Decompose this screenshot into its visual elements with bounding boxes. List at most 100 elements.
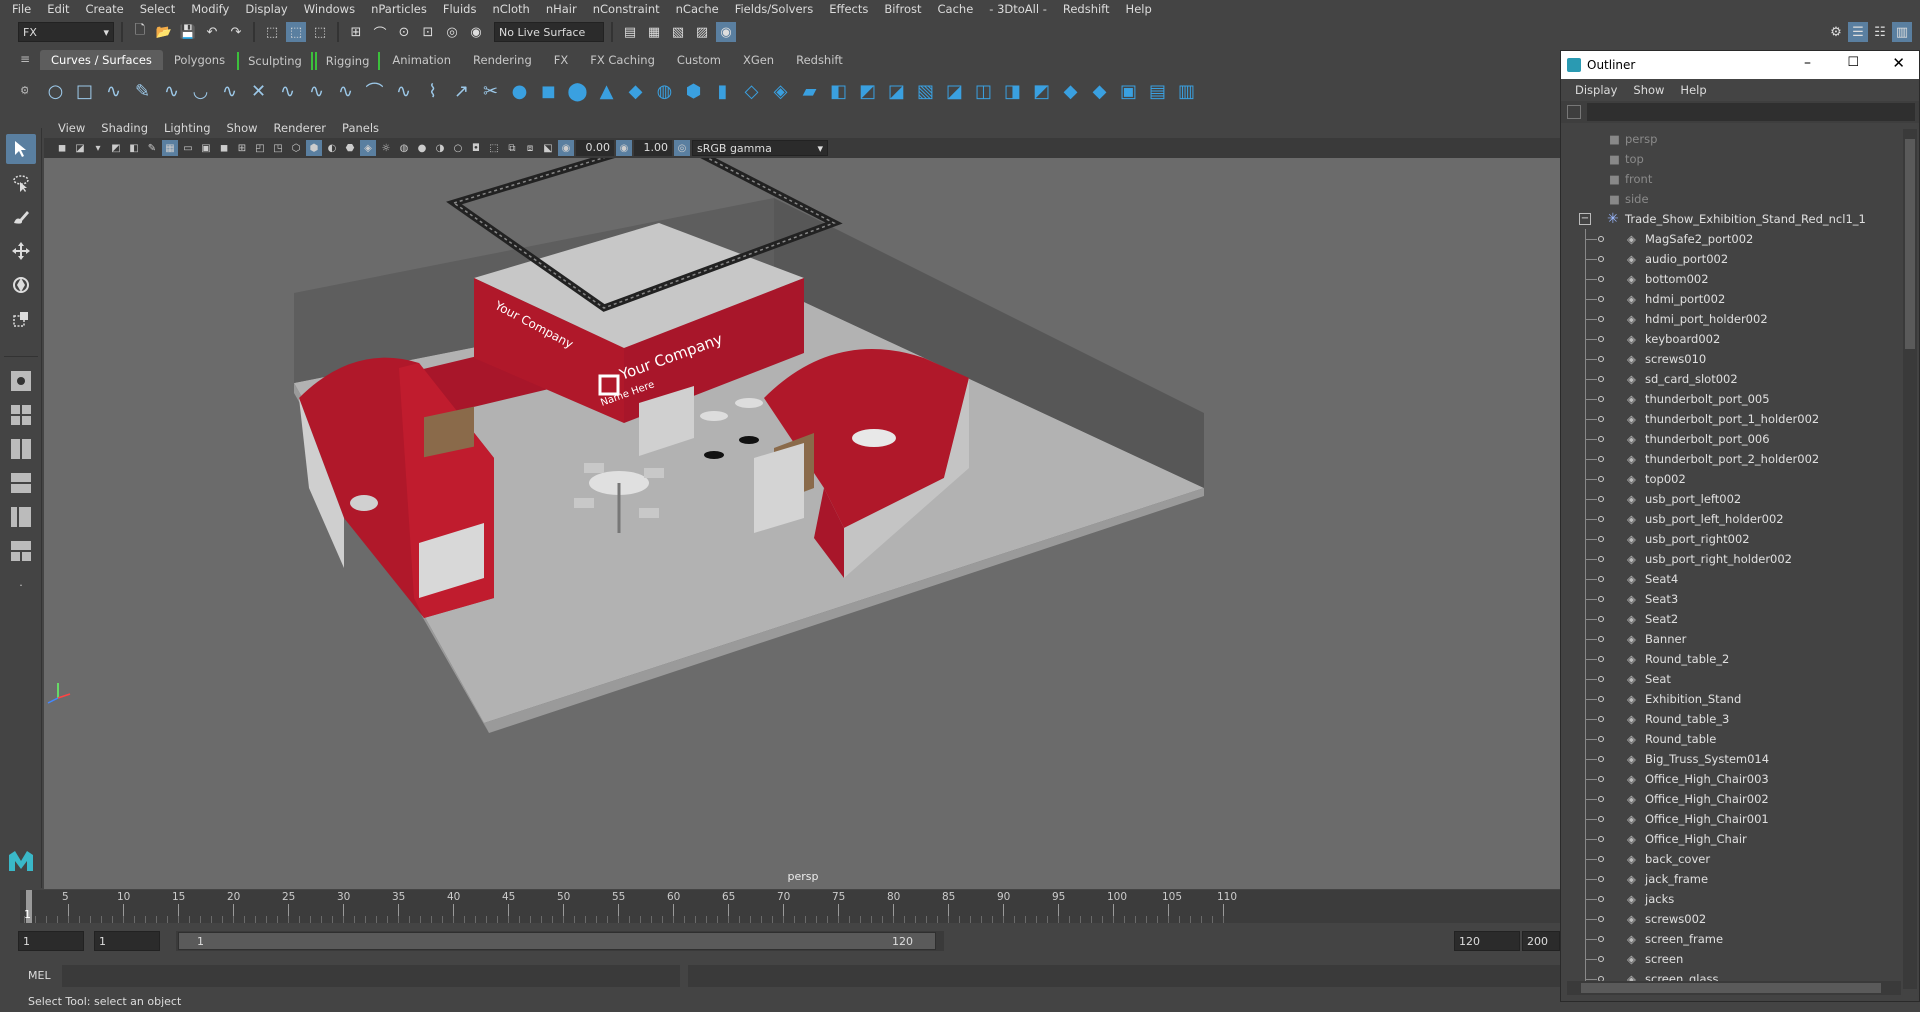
rotate-tool-icon[interactable] [6, 270, 36, 300]
isolate-select-icon[interactable]: ⬚ [486, 140, 502, 156]
shelf-tab[interactable]: Redshift [785, 50, 854, 70]
stitch-icon[interactable]: ▥ [1173, 76, 1200, 106]
mel-label[interactable]: MEL [28, 969, 51, 982]
image-plane-icon[interactable]: ◩ [108, 140, 124, 156]
xray-icon[interactable]: ◈ [360, 140, 376, 156]
xray-active-icon[interactable]: ⧈ [522, 140, 538, 156]
undo-icon[interactable]: ↶ [202, 22, 222, 42]
fillet-icon[interactable]: ⌒ [361, 76, 388, 106]
birail-icon[interactable]: ▰ [796, 76, 823, 106]
visibility-dot-icon[interactable] [1598, 436, 1604, 442]
outliner-item-row[interactable]: ◈ Round_table_2 [1561, 649, 1901, 669]
outliner-menu-item[interactable]: Help [1672, 83, 1714, 97]
menu-item[interactable]: - 3DtoAll - [981, 2, 1055, 16]
outliner-item-row[interactable]: ◈ bottom002 [1561, 269, 1901, 289]
visibility-dot-icon[interactable] [1598, 416, 1604, 422]
tool-settings-icon[interactable]: ☷ [1870, 22, 1890, 42]
outliner-item-row[interactable]: ◈ thunderbolt_port_2_holder002 [1561, 449, 1901, 469]
pencil-curve-icon[interactable]: ✎ [129, 76, 156, 106]
intersect-icon[interactable]: ◪ [941, 76, 968, 106]
ambient-occlusion-icon[interactable]: ● [414, 140, 430, 156]
outliner-item-row[interactable]: ◈ thunderbolt_port_006 [1561, 429, 1901, 449]
minimize-icon[interactable]: – [1804, 55, 1811, 71]
outliner-item-row[interactable]: ◈ screws010 [1561, 349, 1901, 369]
outliner-item-row[interactable]: ◈ hdmi_port002 [1561, 289, 1901, 309]
shelf-tab[interactable]: Curves / Surfaces [40, 50, 163, 70]
scale-tool-icon[interactable] [6, 304, 36, 334]
menu-item[interactable]: Windows [296, 2, 363, 16]
viewport-menu-item[interactable]: Show [219, 121, 266, 135]
visibility-dot-icon[interactable] [1598, 696, 1604, 702]
smooth-shade-icon[interactable]: ⬢ [306, 140, 322, 156]
outliner-menu-item[interactable]: Show [1625, 83, 1672, 97]
visibility-dot-icon[interactable] [1598, 896, 1604, 902]
outliner-item-row[interactable]: ◈ usb_port_right002 [1561, 529, 1901, 549]
outliner-item-row[interactable]: ◈ MagSafe2_port002 [1561, 229, 1901, 249]
visibility-dot-icon[interactable] [1598, 396, 1604, 402]
gamma-icon[interactable]: ◉ [616, 140, 632, 156]
visibility-dot-icon[interactable] [1598, 936, 1604, 942]
visibility-dot-icon[interactable] [1598, 556, 1604, 562]
arc-icon[interactable]: ◡ [187, 76, 214, 106]
viewport-menu-item[interactable]: Lighting [156, 121, 218, 135]
textured-icon[interactable]: ⬣ [342, 140, 358, 156]
shelf-tab[interactable]: Polygons [163, 50, 236, 70]
gamma-field[interactable]: 1.00 [634, 140, 672, 156]
attribute-editor-icon[interactable]: ☰ [1848, 22, 1868, 42]
viewport-menu-item[interactable]: View [50, 121, 93, 135]
project-icon[interactable]: ◫ [970, 76, 997, 106]
menu-item[interactable]: Create [78, 2, 132, 16]
menu-item[interactable]: Select [132, 2, 183, 16]
curve-rebuild-icon[interactable]: ✕ [245, 76, 272, 106]
sculpt-icon[interactable]: ▤ [1144, 76, 1171, 106]
render-frame-icon[interactable]: ▦ [644, 22, 664, 42]
attach-surface-icon[interactable]: ◆ [1057, 76, 1084, 106]
snap-surface-icon[interactable]: ◎ [442, 22, 462, 42]
perspective-viewport[interactable]: Your Company Name Here Your Company pers… [44, 158, 1562, 889]
outliner-item-row[interactable]: ◈ screws002 [1561, 909, 1901, 929]
safe-action-icon[interactable]: ◰ [252, 140, 268, 156]
default-material-icon[interactable]: ◐ [324, 140, 340, 156]
four-view-layout-icon[interactable] [6, 400, 36, 430]
visibility-dot-icon[interactable] [1598, 616, 1604, 622]
select-components-icon[interactable]: ⬚ [310, 22, 330, 42]
depth-of-field-icon[interactable]: ◘ [468, 140, 484, 156]
anti-alias-icon[interactable]: ○ [450, 140, 466, 156]
camera-attributes-icon[interactable]: ◧ [126, 140, 142, 156]
scrollbar-thumb[interactable] [1581, 983, 1881, 993]
visibility-dot-icon[interactable] [1598, 576, 1604, 582]
visibility-dot-icon[interactable] [1598, 796, 1604, 802]
trim-surface-icon[interactable]: ◨ [999, 76, 1026, 106]
visibility-dot-icon[interactable] [1598, 656, 1604, 662]
shelf-tab[interactable]: Rigging [314, 52, 381, 70]
close-icon[interactable]: ✕ [1892, 54, 1905, 72]
outliner-item-row[interactable]: ◈ top002 [1561, 469, 1901, 489]
use-all-lights-icon[interactable]: ☼ [378, 140, 394, 156]
bookmark-icon[interactable]: ▾ [90, 140, 106, 156]
visibility-dot-icon[interactable] [1598, 756, 1604, 762]
outliner-item-row[interactable]: ◈ audio_port002 [1561, 249, 1901, 269]
boundary-icon[interactable]: ◧ [825, 76, 852, 106]
visibility-dot-icon[interactable] [1598, 316, 1604, 322]
backface-icon[interactable]: ⬕ [540, 140, 556, 156]
visibility-dot-icon[interactable] [1598, 256, 1604, 262]
menu-item[interactable]: nConstraint [585, 2, 668, 16]
menu-item[interactable]: Bifrost [876, 2, 929, 16]
outliner-item-row[interactable]: ◈ jack_frame [1561, 869, 1901, 889]
cv-curve-icon[interactable]: ∿ [158, 76, 185, 106]
scrollbar-thumb[interactable] [1905, 139, 1915, 349]
outliner-item-row[interactable]: ◈ Office_High_Chair003 [1561, 769, 1901, 789]
outliner-item-row[interactable]: ◈ jacks [1561, 889, 1901, 909]
menu-item[interactable]: Cache [930, 2, 982, 16]
outliner-camera-row[interactable]: ■ persp [1561, 129, 1901, 149]
visibility-dot-icon[interactable] [1598, 856, 1604, 862]
ipr-render-icon[interactable]: ▧ [668, 22, 688, 42]
visibility-dot-icon[interactable] [1598, 596, 1604, 602]
detach-curves-icon[interactable]: ∿ [303, 76, 330, 106]
menu-item[interactable]: Modify [183, 2, 237, 16]
open-scene-icon[interactable]: 📂 [154, 22, 174, 42]
outliner-search-input[interactable] [1587, 103, 1915, 121]
outliner-item-row[interactable]: ◈ usb_port_left002 [1561, 489, 1901, 509]
outliner-layout-icon[interactable] [6, 502, 36, 532]
outliner-item-row[interactable]: ◈ Seat [1561, 669, 1901, 689]
